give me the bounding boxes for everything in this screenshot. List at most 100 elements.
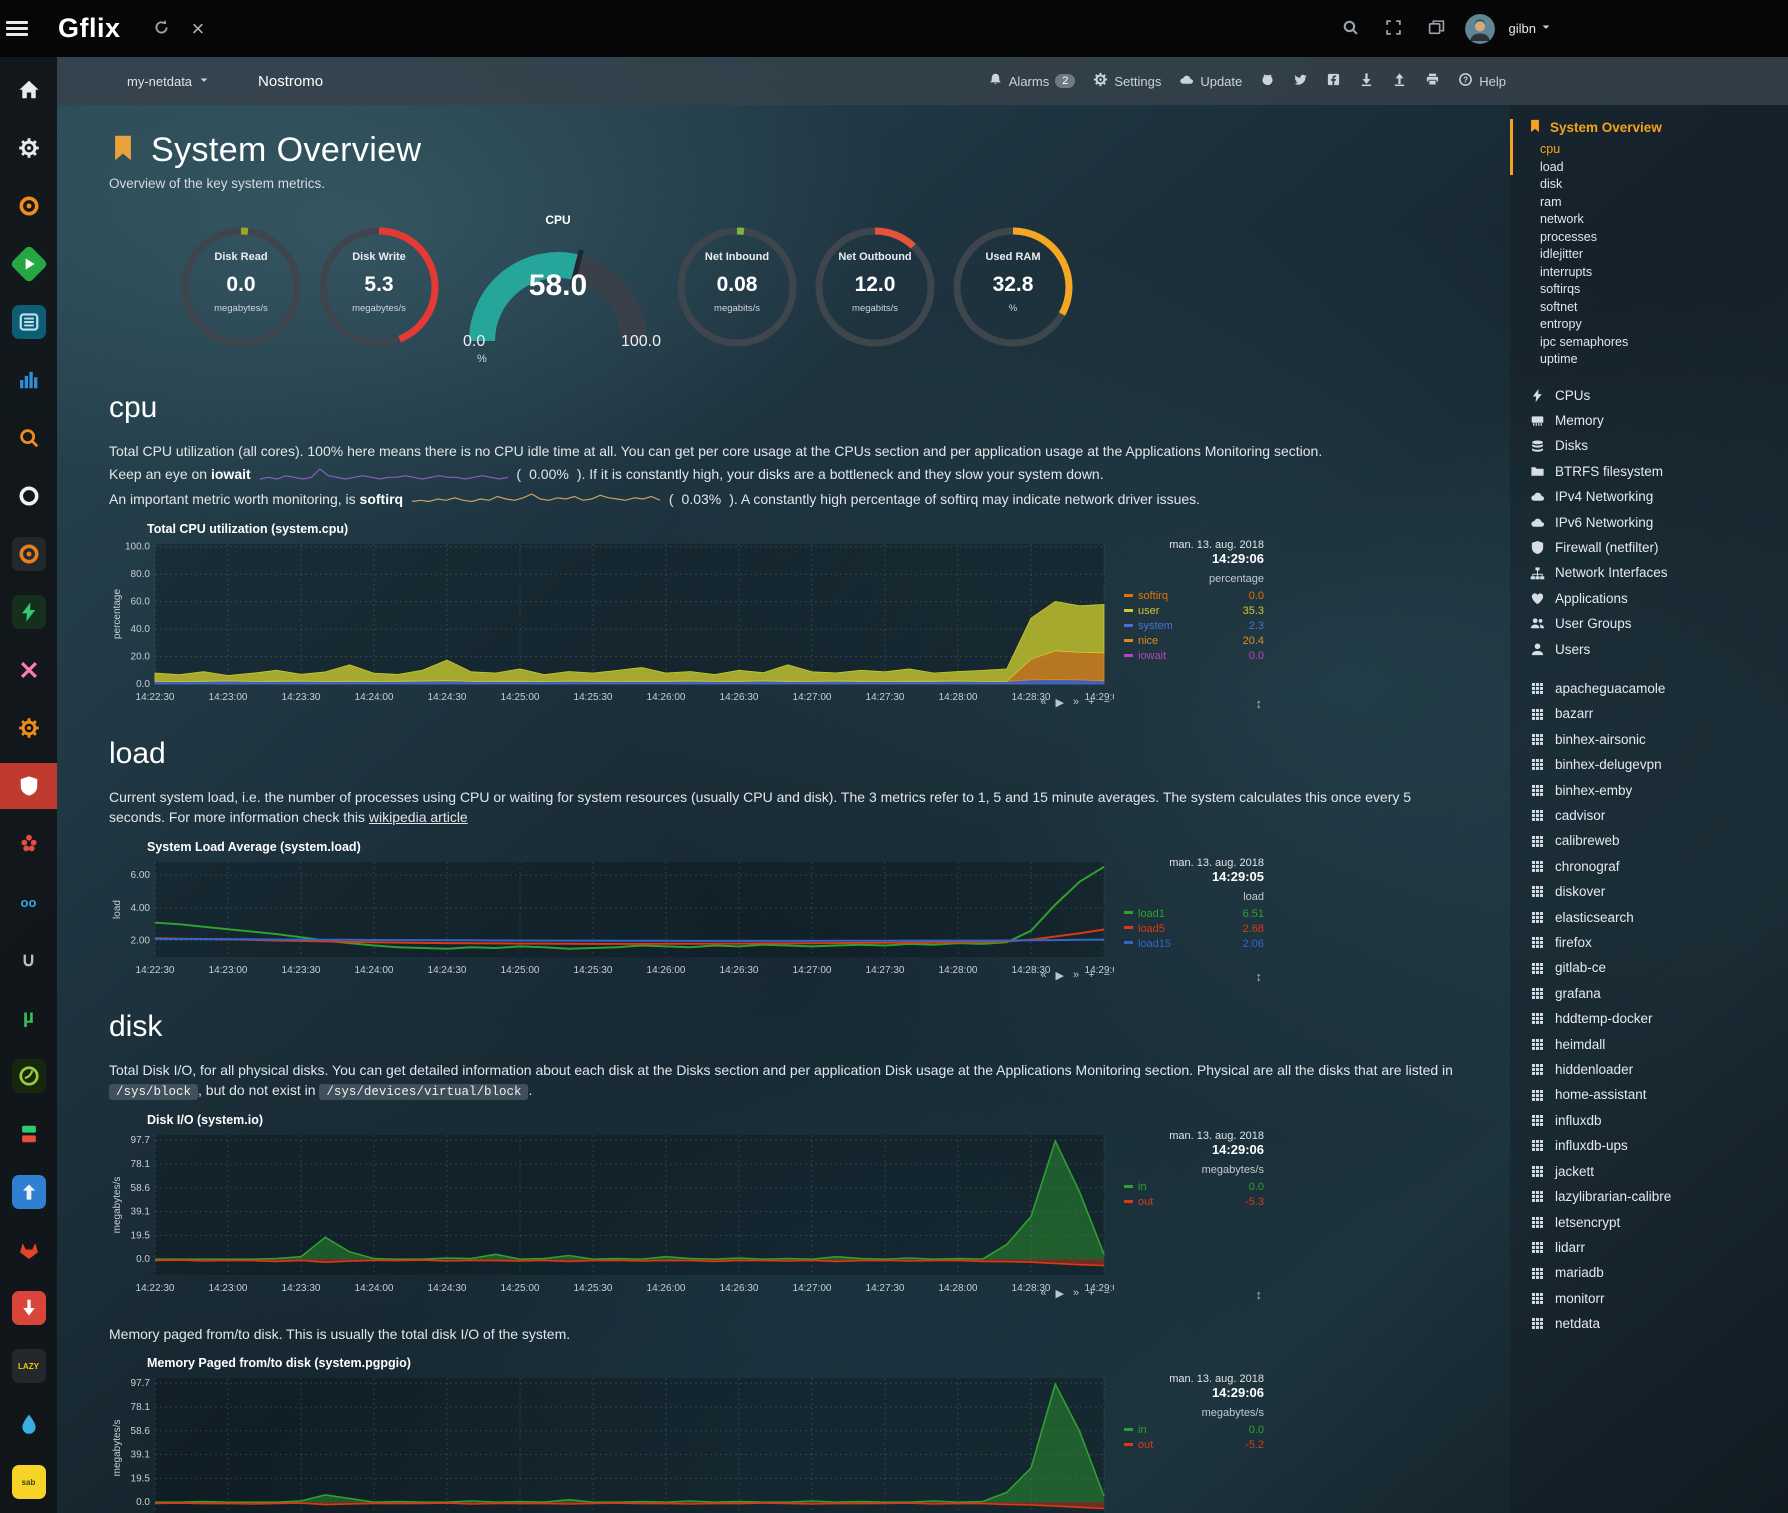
menu-subitem-network[interactable]: network	[1540, 211, 1780, 229]
menu-item-cpus[interactable]: CPUs	[1528, 383, 1780, 408]
sidebar-app-settings-icon[interactable]	[0, 125, 57, 171]
chart-pan-right-button[interactable]: »	[1073, 969, 1079, 982]
chart-zoom-out-button[interactable]: −	[1104, 969, 1110, 982]
menu-item-disks[interactable]: Disks	[1528, 433, 1780, 458]
menu-subitem-interrupts[interactable]: interrupts	[1540, 264, 1780, 282]
menu-item-binhex-delugevpn[interactable]: binhex-delugevpn	[1528, 752, 1780, 777]
sidebar-app-dark-green-circle-icon[interactable]	[0, 1053, 57, 1099]
sidebar-app-blue-up-tile-icon[interactable]	[0, 1169, 57, 1215]
legend-softirq[interactable]: softirq0.0	[1124, 589, 1264, 604]
load-chart[interactable]: System Load Average (system.load) 2.004.…	[109, 840, 1470, 984]
netdata-print-button[interactable]	[1425, 72, 1440, 90]
chart-pan-left-button[interactable]: «	[1040, 969, 1046, 982]
menu-item-binhex-airsonic[interactable]: binhex-airsonic	[1528, 727, 1780, 752]
menu-item-hiddenloader[interactable]: hiddenloader	[1528, 1057, 1780, 1082]
sidebar-app-green-mu-icon[interactable]: µ	[0, 995, 57, 1041]
menu-item-user-groups[interactable]: User Groups	[1528, 611, 1780, 636]
menu-item-applications[interactable]: Applications	[1528, 586, 1780, 611]
menu-item-bazarr[interactable]: bazarr	[1528, 701, 1780, 726]
menu-item-influxdb[interactable]: influxdb	[1528, 1108, 1780, 1133]
legend-out[interactable]: out-5.3	[1124, 1195, 1264, 1210]
wikipedia-link[interactable]: wikipedia article	[369, 809, 468, 825]
menu-item-memory[interactable]: Memory	[1528, 408, 1780, 433]
sidebar-app-red-green-stack-icon[interactable]	[0, 1111, 57, 1157]
chart-zoom-in-button[interactable]: +	[1088, 1287, 1094, 1300]
chart-pan-left-button[interactable]: «	[1040, 1287, 1046, 1300]
chart-pan-right-button[interactable]: »	[1073, 1287, 1079, 1300]
sidebar-app-sab-icon[interactable]: sab	[0, 1459, 57, 1505]
sidebar-app-gitlab-icon[interactable]	[0, 1227, 57, 1273]
menu-item-system-overview[interactable]: System Overview	[1528, 119, 1780, 136]
sidebar-app-container-icon[interactable]	[0, 299, 57, 345]
chart-zoom-out-button[interactable]: −	[1104, 696, 1110, 709]
legend-out[interactable]: out-5.2	[1124, 1438, 1264, 1453]
legend-system[interactable]: system2.3	[1124, 619, 1264, 634]
chart-zoom-in-button[interactable]: +	[1088, 696, 1094, 709]
user-menu[interactable]: gilbn	[1509, 21, 1552, 36]
menu-item-letsencrypt[interactable]: letsencrypt	[1528, 1210, 1780, 1235]
menu-item-elasticsearch[interactable]: elasticsearch	[1528, 905, 1780, 930]
sidebar-app-home-icon[interactable]	[0, 67, 57, 113]
menu-item-gitlab-ce[interactable]: gitlab-ce	[1528, 955, 1780, 980]
menu-item-calibreweb[interactable]: calibreweb	[1528, 828, 1780, 853]
menu-item-influxdb-ups[interactable]: influxdb-ups	[1528, 1133, 1780, 1158]
menu-item-ipv6-networking[interactable]: IPv6 Networking	[1528, 510, 1780, 535]
menu-subitem-cpu[interactable]: cpu	[1540, 141, 1780, 159]
menu-item-lazylibrarian-calibre[interactable]: lazylibrarian-calibre	[1528, 1184, 1780, 1209]
gauge-disk-read[interactable]: Disk Read 0.0 megabytes/s	[177, 223, 305, 355]
pgpgio-chart[interactable]: Memory Paged from/to disk (system.pgpgio…	[109, 1356, 1470, 1513]
netdata-alarms-button[interactable]: Alarms2	[988, 72, 1076, 90]
menu-item-binhex-emby[interactable]: binhex-emby	[1528, 778, 1780, 803]
menu-subitem-uptime[interactable]: uptime	[1540, 351, 1780, 369]
menu-item-diskover[interactable]: diskover	[1528, 879, 1780, 904]
menu-item-home-assistant[interactable]: home-assistant	[1528, 1082, 1780, 1107]
legend-user[interactable]: user35.3	[1124, 604, 1264, 619]
chart-resize-handle[interactable]: ↕	[1256, 696, 1263, 711]
menu-subitem-ipc-semaphores[interactable]: ipc semaphores	[1540, 334, 1780, 352]
chart-pan-left-button[interactable]: «	[1040, 696, 1046, 709]
menu-subitem-load[interactable]: load	[1540, 159, 1780, 177]
chart-play-button[interactable]: ▶	[1056, 696, 1064, 709]
sidebar-app-half-orange-ring-icon[interactable]	[0, 531, 57, 577]
legend-nice[interactable]: nice20.4	[1124, 634, 1264, 649]
menu-item-btrfs-filesystem[interactable]: BTRFS filesystem	[1528, 459, 1780, 484]
legend-load5[interactable]: load52.68	[1124, 922, 1264, 937]
chart-play-button[interactable]: ▶	[1056, 1287, 1064, 1300]
server-dropdown[interactable]: my-netdata	[127, 74, 210, 89]
legend-load15[interactable]: load152.06	[1124, 937, 1264, 952]
disk-io-chart[interactable]: Disk I/O (system.io) 0.019.539.158.678.1…	[109, 1113, 1470, 1302]
netdata-download-button[interactable]	[1359, 72, 1374, 90]
menu-subitem-ram[interactable]: ram	[1540, 194, 1780, 212]
menu-item-chronograf[interactable]: chronograf	[1528, 854, 1780, 879]
menu-item-grafana[interactable]: grafana	[1528, 981, 1780, 1006]
gauge-used-ram[interactable]: Used RAM 32.8 %	[949, 223, 1077, 355]
sidebar-app-orange-search-icon[interactable]	[0, 415, 57, 461]
menu-item-firewall-netfilter[interactable]: Firewall (netfilter)	[1528, 535, 1780, 560]
chart-resize-handle[interactable]: ↕	[1256, 1287, 1263, 1302]
search-button[interactable]	[1336, 13, 1365, 45]
chart-zoom-in-button[interactable]: +	[1088, 969, 1094, 982]
gauge-net-outbound[interactable]: Net Outbound 12.0 megabits/s	[811, 223, 939, 355]
refresh-button[interactable]	[147, 13, 176, 45]
gauge-cpu[interactable]: CPU 58.0 0.0 100.0 %	[453, 213, 663, 365]
hamburger-menu-button[interactable]	[0, 12, 34, 45]
sidebar-app-blue-oo-icon[interactable]: oo	[0, 879, 57, 925]
sidebar-app-blue-drop-icon[interactable]	[0, 1401, 57, 1447]
avatar[interactable]	[1465, 14, 1495, 44]
menu-item-jackett[interactable]: jackett	[1528, 1159, 1780, 1184]
legend-in[interactable]: in0.0	[1124, 1423, 1264, 1438]
sidebar-app-pink-cross-icon[interactable]	[0, 647, 57, 693]
windows-button[interactable]	[1422, 13, 1451, 45]
legend-iowait[interactable]: iowait0.0	[1124, 649, 1264, 664]
menu-item-network-interfaces[interactable]: Network Interfaces	[1528, 560, 1780, 585]
chart-play-button[interactable]: ▶	[1056, 969, 1064, 982]
fullscreen-button[interactable]	[1379, 13, 1408, 45]
netdata-settings-button[interactable]: Settings	[1093, 72, 1161, 90]
netdata-github-button[interactable]	[1260, 72, 1275, 90]
sidebar-app-white-ring-icon[interactable]	[0, 473, 57, 519]
menu-item-users[interactable]: Users	[1528, 637, 1780, 662]
netdata-twitter-button[interactable]	[1293, 72, 1308, 90]
sidebar-app-gray-horseshoe-icon[interactable]: ∪	[0, 937, 57, 983]
menu-subitem-entropy[interactable]: entropy	[1540, 316, 1780, 334]
chart-pan-right-button[interactable]: »	[1073, 696, 1079, 709]
